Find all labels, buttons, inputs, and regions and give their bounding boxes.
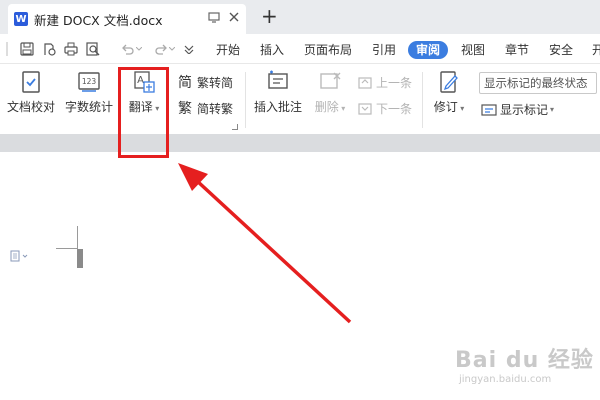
close-tab-icon[interactable]	[225, 8, 243, 26]
simp-to-trad-icon: 繁	[178, 100, 192, 117]
print-icon[interactable]	[64, 42, 78, 56]
output-pdf-icon[interactable]	[42, 42, 56, 56]
customize-toolbar-icon[interactable]	[182, 42, 196, 56]
show-markup-dropdown-icon: ▾	[550, 105, 555, 114]
wps-writer-icon: W	[14, 12, 28, 26]
menu-references[interactable]: 引用	[372, 41, 396, 59]
menu-review[interactable]: 审阅	[408, 41, 449, 59]
menu-section[interactable]: 章节	[505, 41, 529, 59]
redo-icon[interactable]	[154, 42, 168, 56]
quick-access-divider	[4, 42, 10, 56]
menu-home[interactable]: 开始	[216, 41, 240, 59]
baidu-jingyan-watermark: Bai du 经验 jingyan.baidu.com	[455, 342, 595, 398]
group-dialog-launcher-icon[interactable]	[232, 124, 238, 130]
menu-more-clipped[interactable]: 开	[592, 41, 600, 59]
menu-page-layout[interactable]: 页面布局	[304, 41, 352, 59]
insert-comment-button[interactable]: 插入批注	[251, 70, 305, 115]
menu-insert[interactable]: 插入	[260, 41, 284, 59]
track-changes-button[interactable]: 修订 ▾	[429, 70, 469, 115]
ribbon-separator	[245, 72, 246, 128]
save-icon[interactable]	[20, 42, 34, 56]
delete-comment-label: 删除 ▾	[314, 100, 346, 114]
page-corner-marker	[56, 248, 78, 249]
insert-comment-label: 插入批注	[253, 100, 302, 114]
show-markup-label: 显示标记	[500, 103, 549, 117]
word-count-icon: 123	[78, 72, 100, 92]
proofread-button[interactable]: 文档校对	[6, 70, 56, 115]
proofread-label: 文档校对	[6, 100, 55, 114]
word-count-icon-text: 123	[82, 77, 97, 86]
word-count-label: 字数统计	[64, 100, 113, 114]
delete-dropdown-icon: ▾	[338, 104, 346, 113]
translate-highlight-box	[118, 67, 169, 158]
previous-comment-icon	[358, 76, 372, 89]
proofread-icon	[22, 71, 40, 93]
delete-comment-button[interactable]: 删除 ▾	[311, 70, 349, 115]
new-tab-plus-icon[interactable]: +	[261, 5, 278, 27]
print-preview-icon[interactable]	[86, 42, 100, 56]
menu-bar: 开始 插入 页面布局 引用 审阅 视图 章节 安全 开	[0, 34, 600, 64]
menu-security[interactable]: 安全	[549, 41, 573, 59]
undo-dropdown-icon[interactable]	[135, 42, 143, 56]
document-tab-title: 新建 DOCX 文档.docx	[34, 12, 163, 28]
trad-to-simp-icon: 简	[178, 74, 192, 91]
next-comment-icon	[358, 102, 372, 115]
page-corner-marker	[77, 226, 78, 248]
word-count-button[interactable]: 123 字数统计	[63, 70, 115, 115]
paragraph-layout-icon[interactable]	[10, 250, 32, 264]
track-changes-dropdown-icon: ▾	[457, 104, 465, 113]
markup-display-select[interactable]: 显示标记的最终状态	[479, 72, 597, 94]
menu-view[interactable]: 视图	[461, 41, 485, 59]
previous-comment-label: 上一条	[376, 76, 413, 90]
show-markup-icon	[481, 103, 497, 116]
show-markup-button[interactable]: 显示标记 ▾	[481, 101, 554, 118]
watermark-main-text: Bai du 经验	[455, 348, 594, 373]
delete-comment-icon	[320, 72, 341, 89]
ruler-band	[0, 134, 600, 152]
trad-to-simp-label: 繁转简	[197, 76, 234, 90]
simp-to-trad-label: 简转繁	[197, 102, 234, 116]
redo-dropdown-icon[interactable]	[168, 42, 176, 56]
watermark-url-text: jingyan.baidu.com	[459, 374, 552, 385]
next-comment-label: 下一条	[376, 102, 413, 116]
ribbon-separator	[422, 72, 423, 128]
undo-icon[interactable]	[121, 42, 135, 56]
window-restore-icon[interactable]	[205, 8, 223, 26]
trad-to-simp-button[interactable]: 简 繁转简	[178, 74, 233, 91]
text-cursor	[77, 249, 83, 268]
next-comment-button[interactable]: 下一条	[357, 100, 412, 117]
previous-comment-button[interactable]: 上一条	[357, 74, 412, 91]
insert-comment-icon	[268, 70, 288, 89]
title-tab-bar: W 新建 DOCX 文档.docx +	[0, 0, 600, 34]
track-changes-label: 修订 ▾	[433, 100, 465, 114]
track-changes-icon	[440, 71, 458, 93]
review-ribbon: 文档校对 123 字数统计 A 翻译 ▾ 简 繁转简 繁 简转繁 插入批注 删除…	[0, 64, 600, 134]
simp-to-trad-button[interactable]: 繁 简转繁	[178, 100, 233, 117]
